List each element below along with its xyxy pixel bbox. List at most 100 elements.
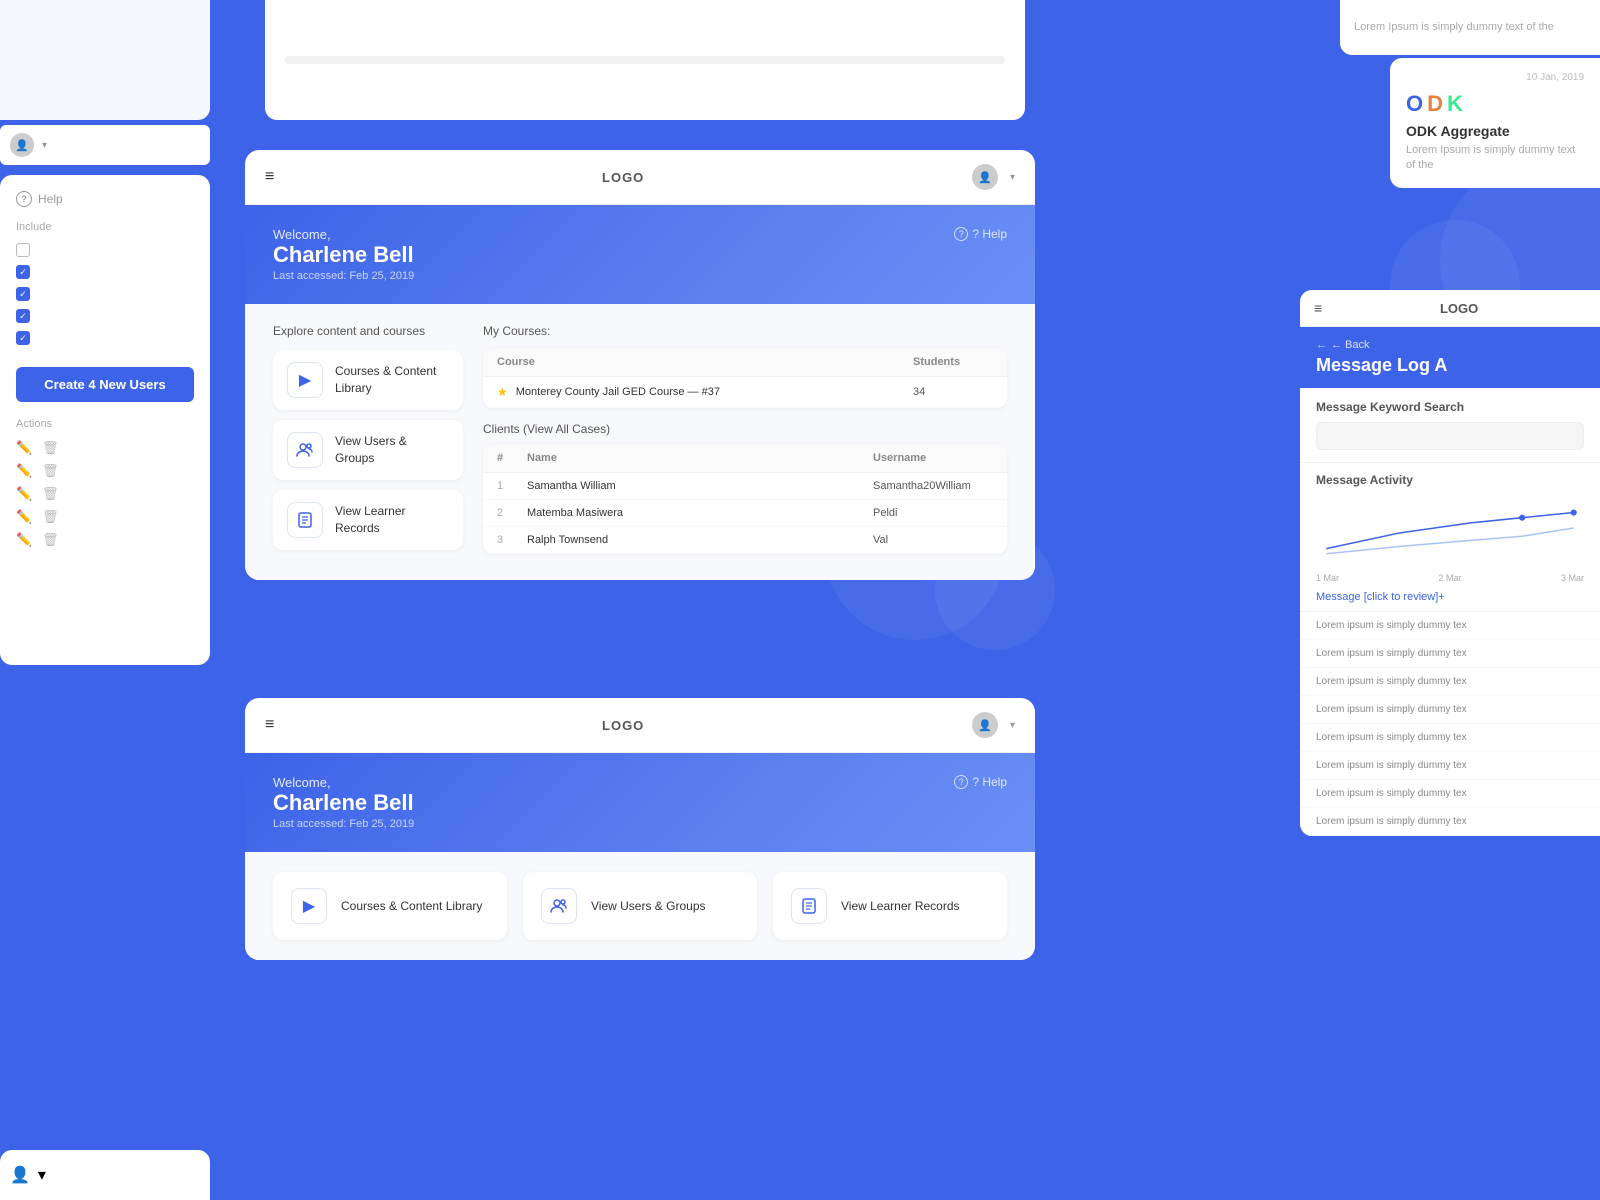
help-label: Help [38,192,63,206]
action-row-1: ✏️ 🗑 [16,440,194,456]
explore-card-records[interactable]: View Learner Records [273,490,463,550]
col-num: # [497,452,527,464]
explore-card-users[interactable]: View Users & Groups [273,420,463,480]
msg-hamburger-icon[interactable]: ≡ [1314,300,1322,316]
user-name-2: Charlene Bell [273,790,414,816]
create-users-button[interactable]: Create 4 New Users [16,367,194,402]
msg-item-2[interactable]: Lorem ipsum is simply dummy tex [1300,640,1600,668]
msg-item-8[interactable]: Lorem ipsum is simply dummy tex [1300,808,1600,836]
logo-text: LOGO [286,170,960,185]
activity-label: Message Activity [1300,463,1600,487]
home-body-2: Welcome, Charlene Bell Last accessed: Fe… [245,753,1035,852]
action-row-2: ✏️ 🗑 [16,463,194,479]
courses-label-2: Courses & Content Library [341,898,482,915]
action-row-3: ✏️ 🗑 [16,486,194,502]
msg-item-5[interactable]: Lorem ipsum is simply dummy tex [1300,724,1600,752]
edit-icon-3[interactable]: ✏️ [16,486,32,502]
course-row-1[interactable]: ★ Monterey County Jail GED Course — #37 … [483,377,1007,408]
checkbox-row-4 [16,309,194,323]
help-icon-nav-2: ? [954,775,968,789]
col-course: Course [497,356,913,368]
back-label: ← Back [1331,339,1370,351]
delete-icon-1[interactable]: 🗑 [42,440,58,456]
home-card-2: ≡ LOGO 👤 ▾ Welcome, Charlene Bell Last a… [245,698,1035,960]
msg-item-6[interactable]: Lorem ipsum is simply dummy tex [1300,752,1600,780]
checkbox-row-3 [16,287,194,301]
msg-log-title: Message Log A [1316,355,1584,376]
odk-letter-d: D [1427,91,1443,117]
explore-wide-records[interactable]: View Learner Records [773,872,1007,940]
users-icon-2 [541,888,577,924]
delete-icon-3[interactable]: 🗑 [42,486,58,502]
users-icon [287,432,323,468]
nav-chevron-icon-2: ▾ [1010,720,1015,731]
msg-keyword-section: Message Keyword Search [1300,388,1600,463]
chart-label-3: 3 Mar [1561,573,1584,583]
odk-card: 10 Jan, 2019 O D K ODK Aggregate Lorem I… [1390,58,1600,188]
courses-heading: My Courses: [483,324,1007,338]
msg-log-card: ≡ LOGO ← ← Back Message Log A Message Ke… [1300,290,1600,836]
msg-log-navbar: ≡ LOGO [1300,290,1600,327]
home-card-1: ≡ LOGO 👤 ▾ Welcome, Charlene Bell Last a… [245,150,1035,580]
client-row-2[interactable]: 2 Matemba Masiwera Peldi [483,500,1007,527]
home-body-1: Welcome, Charlene Bell Last accessed: Fe… [245,205,1035,304]
msg-item-3[interactable]: Lorem ipsum is simply dummy tex [1300,668,1600,696]
checkbox-1[interactable] [16,243,30,257]
explore-heading: Explore content and courses [273,324,463,338]
msg-log-header: ← ← Back Message Log A [1300,327,1600,388]
msg-item-4[interactable]: Lorem ipsum is simply dummy tex [1300,696,1600,724]
delete-icon-2[interactable]: 🗑 [42,463,58,479]
users-label-2: View Users & Groups [591,898,706,915]
checkbox-2[interactable] [16,265,30,279]
chart-area [1300,493,1600,573]
user-name: Charlene Bell [273,242,414,268]
checkbox-row-1 [16,243,194,257]
records-icon-2 [791,888,827,924]
checkbox-3[interactable] [16,287,30,301]
msg-click-label[interactable]: Message [click to review]+ [1300,583,1600,612]
client-name-2: Matemba Masiwera [527,507,873,519]
checkbox-4[interactable] [16,309,30,323]
client-user-1: Samantha20William [873,480,993,492]
msg-item-1[interactable]: Lorem ipsum is simply dummy tex [1300,612,1600,640]
chevron-down-icon: ▾ [42,140,47,151]
back-link[interactable]: ← ← Back [1316,339,1584,351]
include-label: Include [16,221,194,233]
courses-icon-2: ▶ [291,888,327,924]
home-navbar-1: ≡ LOGO 👤 ▾ [245,150,1035,205]
checkbox-row-2 [16,265,194,279]
checkbox-5[interactable] [16,331,30,345]
edit-icon-4[interactable]: ✏️ [16,509,32,525]
star-icon: ★ [497,385,508,399]
actions-label: Actions [16,418,194,430]
top-partial-window [265,0,1025,120]
hamburger-icon[interactable]: ≡ [265,168,274,186]
edit-icon-1[interactable]: ✏️ [16,440,32,456]
welcome-label: Welcome, [273,227,414,242]
edit-icon-2[interactable]: ✏️ [16,463,32,479]
explore-wide-courses[interactable]: ▶ Courses & Content Library [273,872,507,940]
clients-heading: Clients (View All Cases) [483,422,1007,436]
keyword-label: Message Keyword Search [1316,400,1584,414]
explore-card-courses[interactable]: ▶ Courses & Content Library [273,350,463,410]
client-row-1[interactable]: 1 Samantha William Samantha20William [483,473,1007,500]
nav-chevron-icon: ▾ [1010,172,1015,183]
hamburger-icon-2[interactable]: ≡ [265,716,274,734]
partial-card-text: Lorem Ipsum is simply dummy text of the [1354,20,1554,35]
msg-item-7[interactable]: Lorem ipsum is simply dummy tex [1300,780,1600,808]
edit-icon-5[interactable]: ✏️ [16,532,32,548]
client-user-2: Peldi [873,507,993,519]
courses-table-header: Course Students [483,348,1007,377]
client-row-3[interactable]: 3 Ralph Townsend Val [483,527,1007,554]
explore-wide-users[interactable]: View Users & Groups [523,872,757,940]
keyword-search-input[interactable] [1316,422,1584,450]
odk-date: 10 Jan, 2019 [1406,72,1584,83]
users-label: View Users & Groups [335,433,449,467]
back-arrow-icon: ← [1316,339,1327,351]
delete-icon-5[interactable]: 🗑 [42,532,58,548]
delete-icon-4[interactable]: 🗑 [42,509,58,525]
left-top-card [0,0,210,120]
nav-avatar-2: 👤 [972,712,998,738]
chart-label-2: 2 Mar [1438,573,1461,583]
main-area: Home ≡ LOGO 👤 ▾ Welcome, Charlene Bell L… [215,0,1065,1200]
